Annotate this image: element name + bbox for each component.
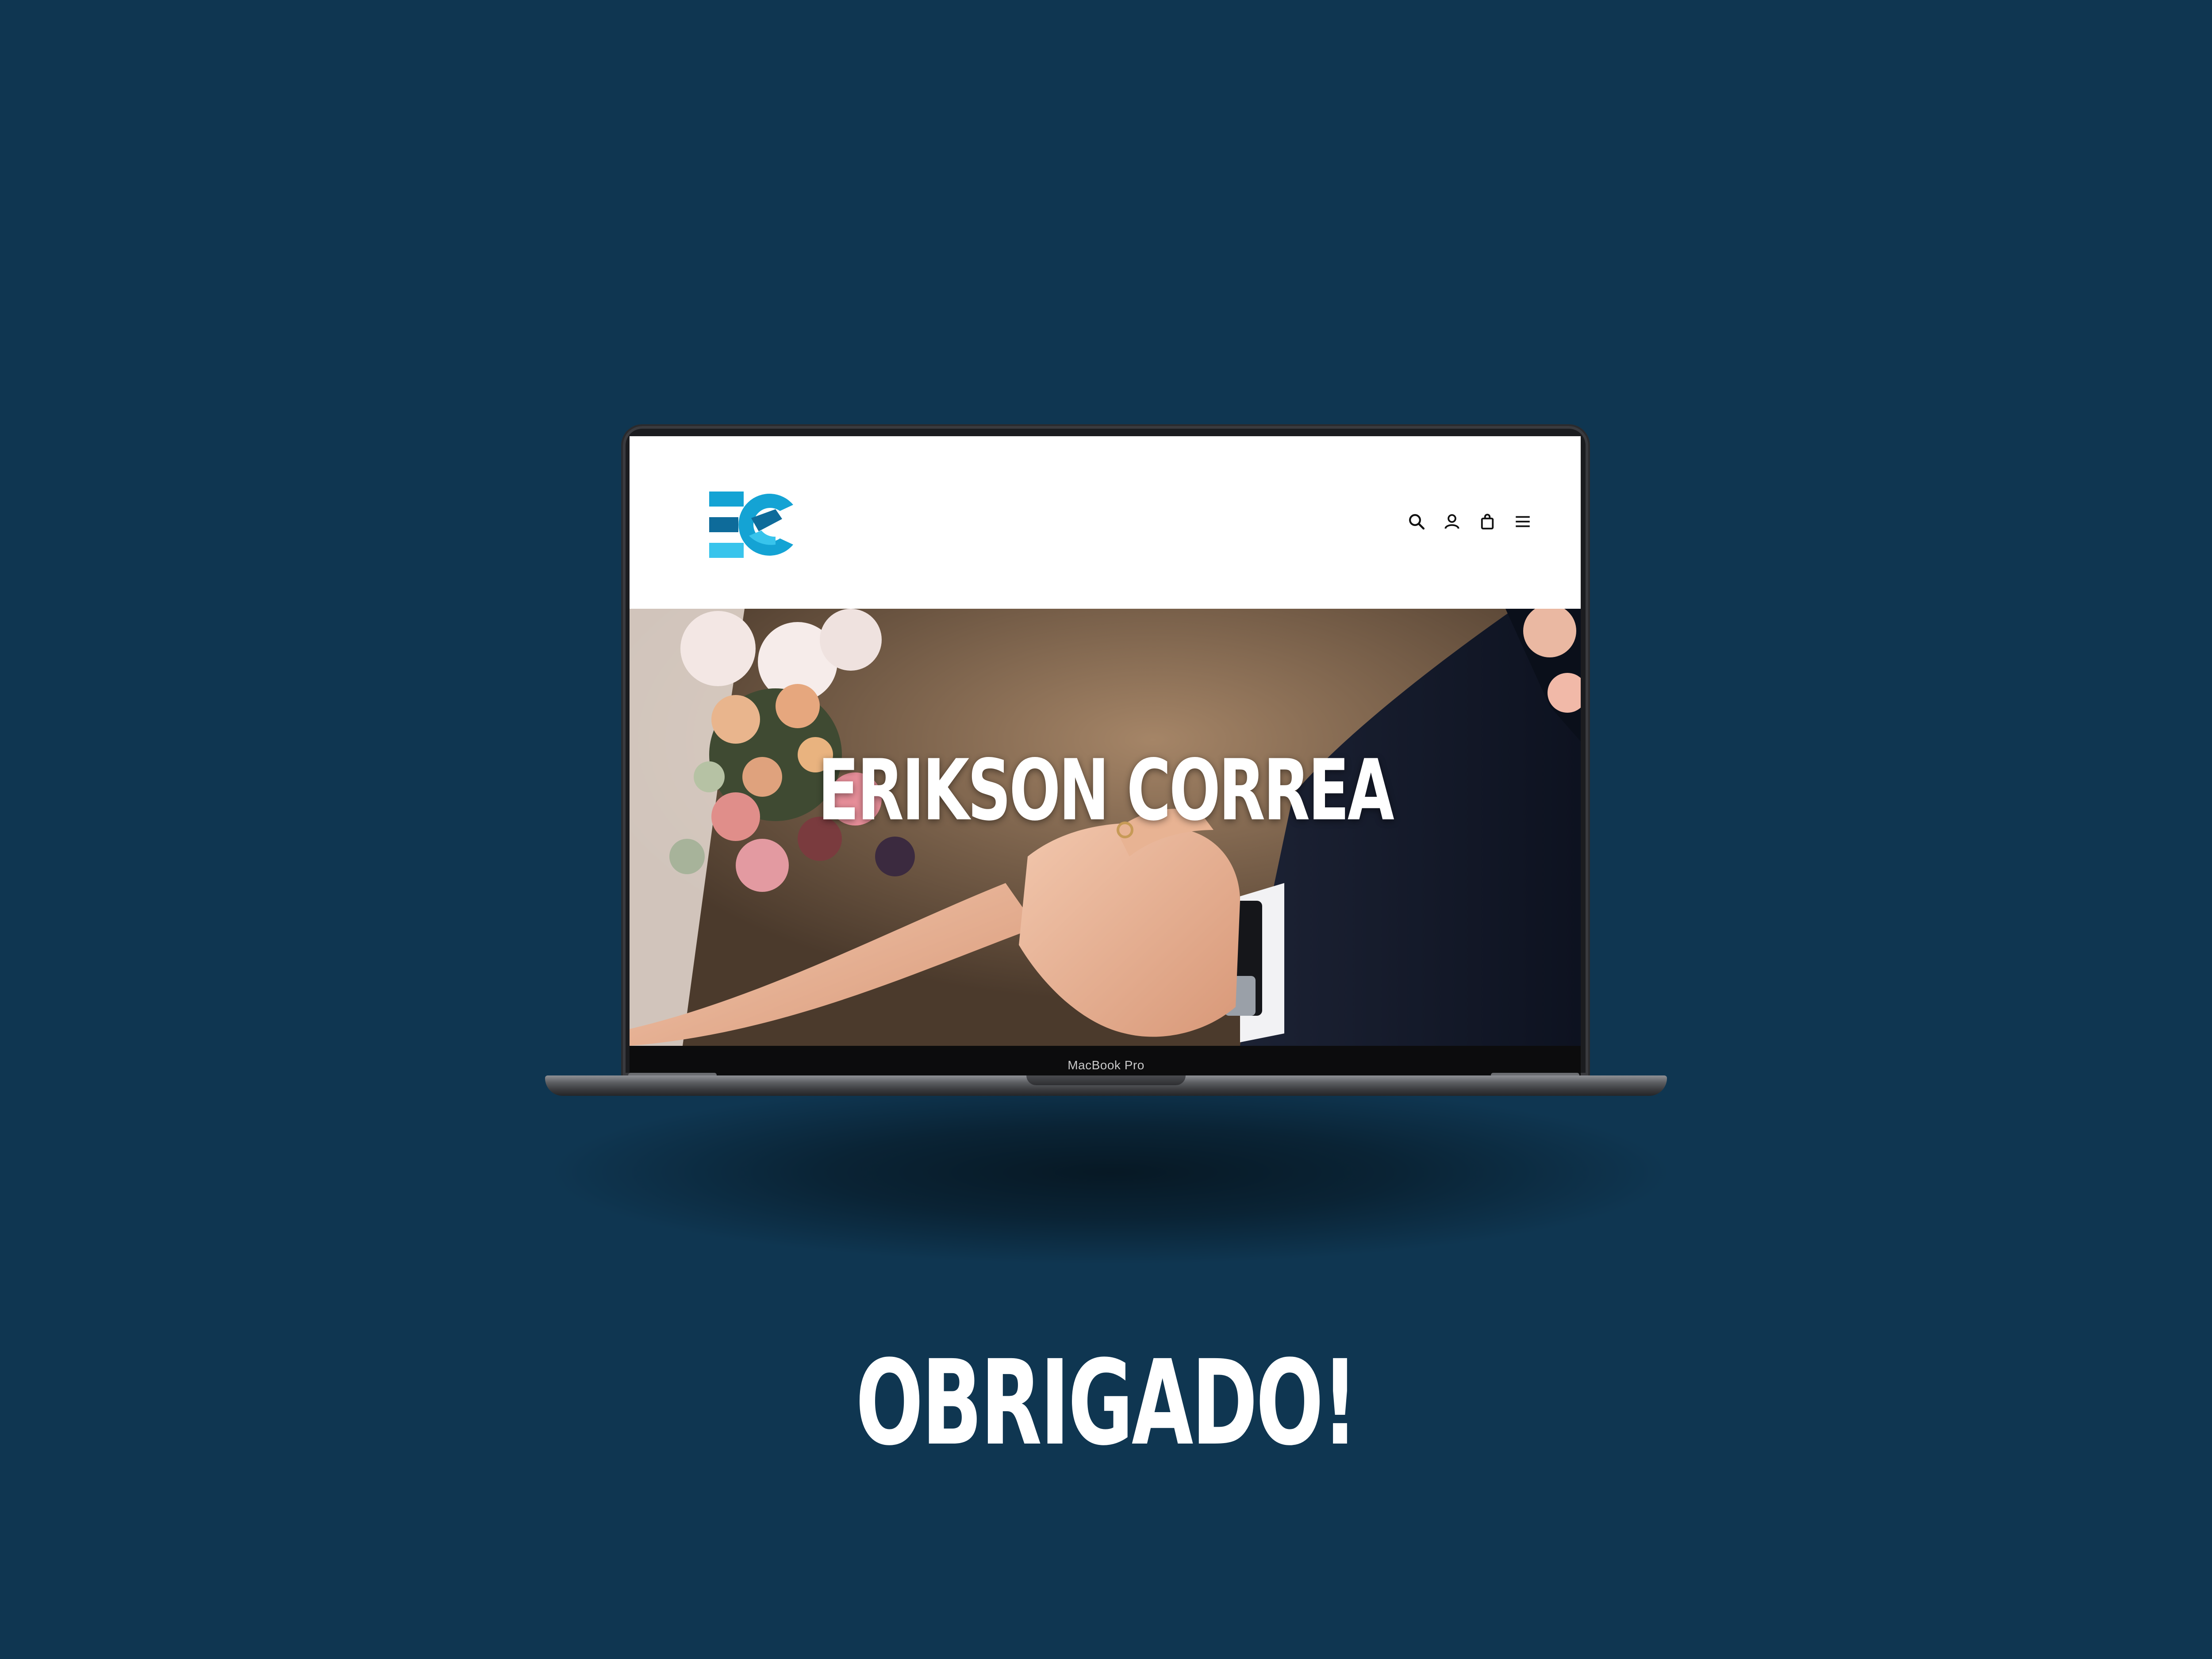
laptop-screen: ERIKSON CORREA xyxy=(630,436,1581,1046)
bag-icon[interactable] xyxy=(1478,512,1497,531)
device-model-label: MacBook Pro xyxy=(1068,1058,1144,1072)
header-nav-icons xyxy=(1407,512,1532,531)
user-icon[interactable] xyxy=(1443,512,1461,531)
menu-icon[interactable] xyxy=(1513,512,1532,531)
site-header xyxy=(630,436,1581,609)
thanks-heading: OBRIGADO! xyxy=(856,1335,1358,1471)
laptop-opening-notch xyxy=(1026,1075,1186,1085)
search-icon[interactable] xyxy=(1407,512,1426,531)
laptop-shadow xyxy=(544,1079,1677,1265)
page-background: ERIKSON CORREA MacBook Pro OBRIGADO! xyxy=(0,0,2212,1659)
brand-logo[interactable] xyxy=(709,492,802,558)
hero-title: ERIKSON CORREA xyxy=(818,741,1394,839)
hero-banner: ERIKSON CORREA xyxy=(630,609,1581,1046)
